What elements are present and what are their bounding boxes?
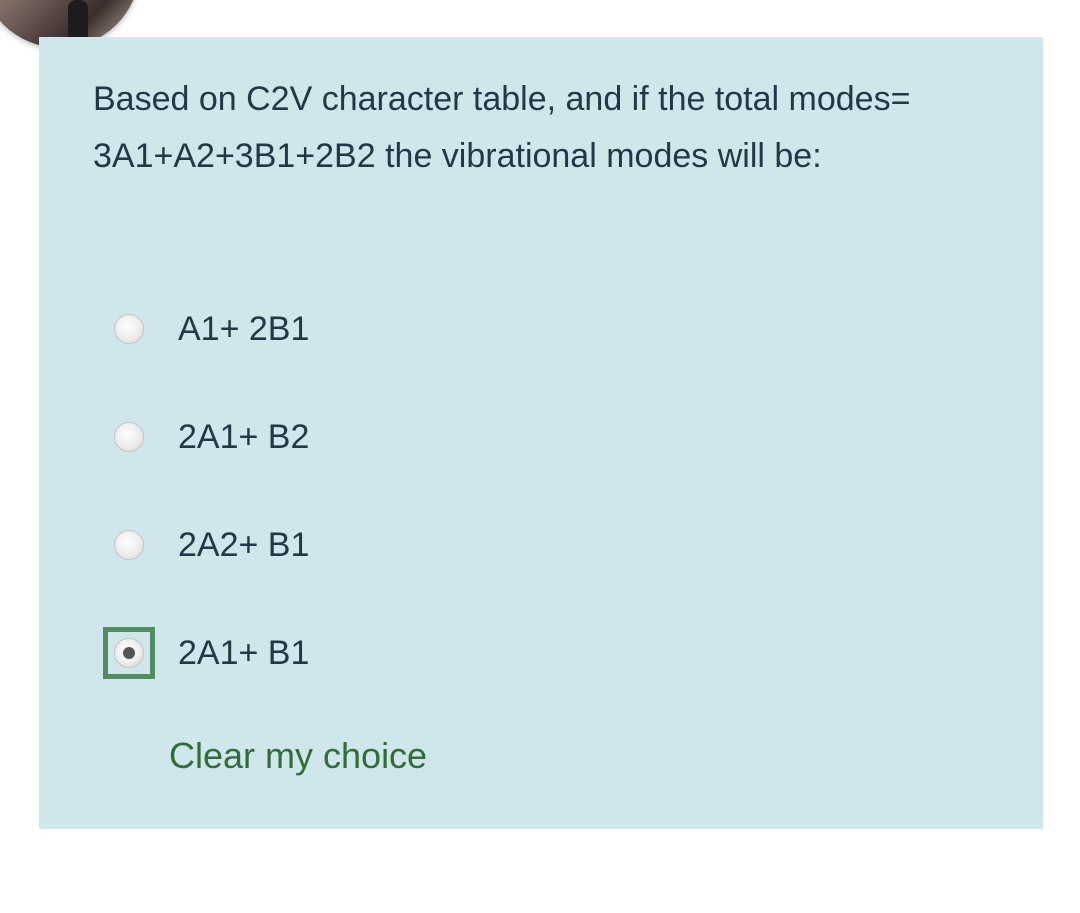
answer-option-2[interactable]: 2A1+ B2	[103, 407, 309, 467]
radio-button-2[interactable]	[114, 422, 144, 452]
question-text: Based on C2V character table, and if the…	[93, 80, 911, 175]
question-card: Based on C2V character table, and if the…	[39, 37, 1043, 829]
radio-button-3[interactable]	[114, 530, 144, 560]
clear-choice-link[interactable]: Clear my choice	[169, 735, 427, 777]
answer-option-1[interactable]: A1+ 2B1	[103, 299, 309, 359]
answer-label-4: 2A1+ B1	[178, 633, 310, 672]
answer-label-3: 2A2+ B1	[178, 525, 310, 564]
answer-label-2: 2A1+ B2	[178, 417, 310, 456]
answer-option-4[interactable]: 2A1+ B1	[103, 623, 309, 683]
radio-wrap-3[interactable]	[103, 519, 155, 571]
radio-wrap-2[interactable]	[103, 411, 155, 463]
radio-focus-ring[interactable]	[103, 627, 155, 679]
answer-option-3[interactable]: 2A2+ B1	[103, 515, 309, 575]
answer-label-1: A1+ 2B1	[178, 309, 310, 348]
radio-button-4[interactable]	[114, 638, 144, 668]
radio-button-1[interactable]	[114, 314, 144, 344]
radio-selected-dot	[123, 647, 135, 659]
avatar-figure	[68, 0, 88, 40]
radio-wrap-1[interactable]	[103, 303, 155, 355]
